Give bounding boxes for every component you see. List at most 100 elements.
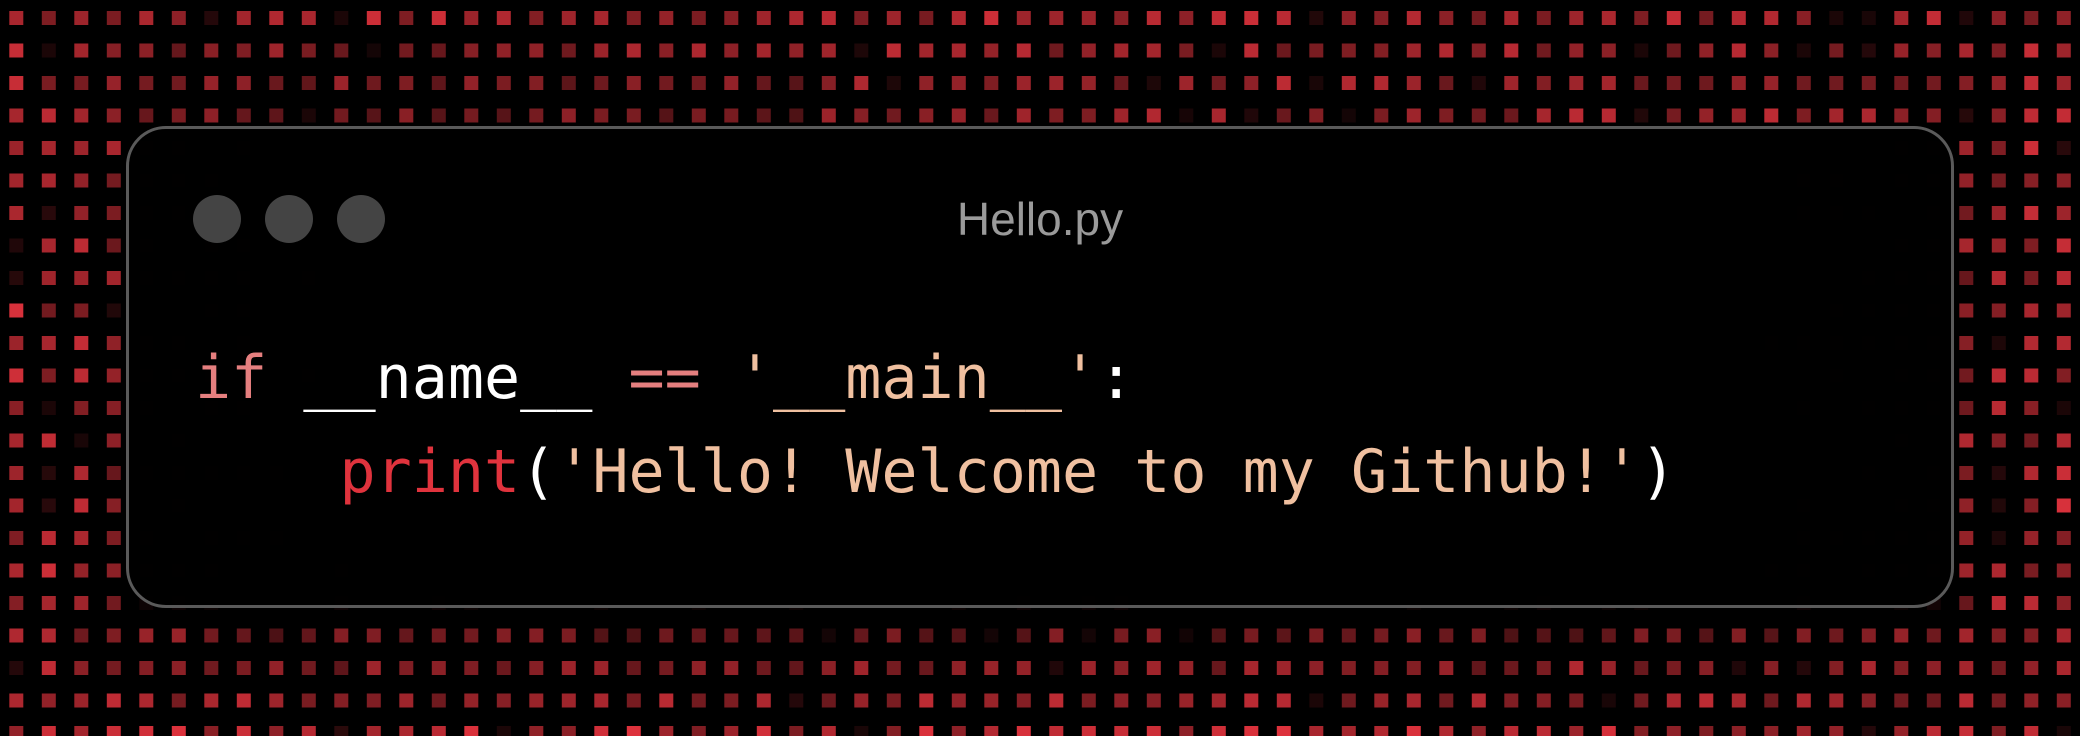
grid-pixel <box>1276 43 1291 58</box>
grid-pixel <box>106 271 121 285</box>
grid-pixel <box>74 628 89 643</box>
grid-pixel <box>1536 628 1551 643</box>
operator-equals: == <box>628 343 701 413</box>
grid-pixel <box>789 108 804 123</box>
grid-pixel <box>561 726 576 736</box>
grid-pixel <box>1991 76 2006 90</box>
grid-pixel <box>1569 11 1584 25</box>
grid-pixel <box>1244 43 1259 58</box>
grid-pixel <box>171 661 186 675</box>
grid-pixel <box>1829 76 1844 90</box>
grid-pixel <box>1309 76 1324 90</box>
grid-pixel <box>1894 43 1909 58</box>
grid-pixel <box>529 76 544 90</box>
grid-pixel <box>561 628 576 643</box>
grid-pixel <box>1601 43 1616 58</box>
grid-pixel <box>334 661 349 675</box>
grid-pixel <box>1634 76 1649 90</box>
grid-pixel <box>1049 11 1064 25</box>
grid-pixel <box>1374 693 1389 708</box>
grid-pixel <box>269 726 284 736</box>
grid-pixel <box>1959 466 1974 480</box>
grid-pixel <box>821 661 836 675</box>
grid-pixel <box>2024 271 2039 285</box>
grid-pixel <box>821 726 836 736</box>
grid-pixel <box>106 11 121 25</box>
grid-pixel <box>204 76 219 90</box>
grid-pixel <box>1439 628 1454 643</box>
grid-pixel <box>1179 628 1194 643</box>
grid-pixel <box>1309 628 1324 643</box>
grid-pixel <box>1926 43 1941 58</box>
grid-pixel <box>821 43 836 58</box>
grid-pixel <box>1959 108 1974 123</box>
grid-pixel <box>1634 11 1649 25</box>
grid-pixel <box>366 43 381 58</box>
grid-pixel <box>886 43 901 58</box>
grid-pixel <box>431 693 446 708</box>
grid-pixel <box>1081 661 1096 675</box>
grid-pixel <box>2024 173 2039 188</box>
grid-pixel <box>1341 43 1356 58</box>
grid-pixel <box>74 433 89 448</box>
grid-pixel <box>9 108 24 123</box>
grid-pixel <box>854 693 869 708</box>
grid-pixel <box>204 726 219 736</box>
grid-pixel <box>2056 531 2071 545</box>
grid-pixel <box>1439 76 1454 90</box>
grid-pixel <box>1634 726 1649 736</box>
grid-pixel <box>1536 693 1551 708</box>
grid-pixel <box>106 661 121 675</box>
grid-pixel <box>1796 108 1811 123</box>
grid-pixel <box>431 726 446 736</box>
grid-pixel <box>431 661 446 675</box>
grid-pixel <box>1699 693 1714 708</box>
grid-pixel <box>691 76 706 90</box>
grid-pixel <box>171 108 186 123</box>
grid-pixel <box>106 693 121 708</box>
grid-pixel <box>2056 661 2071 675</box>
grid-pixel <box>1991 466 2006 480</box>
grid-pixel <box>789 43 804 58</box>
grid-pixel <box>1244 11 1259 25</box>
grid-pixel <box>1959 498 1974 513</box>
grid-pixel <box>659 11 674 25</box>
grid-pixel <box>1601 661 1616 675</box>
grid-pixel <box>1179 43 1194 58</box>
grid-pixel <box>171 726 186 736</box>
grid-pixel <box>74 238 89 253</box>
grid-pixel <box>1569 108 1584 123</box>
grid-pixel <box>854 661 869 675</box>
grid-pixel <box>1341 108 1356 123</box>
grid-pixel <box>1211 661 1226 675</box>
grid-pixel <box>236 11 251 25</box>
grid-pixel <box>269 11 284 25</box>
colon: : <box>1098 343 1135 413</box>
grid-pixel <box>496 108 511 123</box>
grid-pixel <box>301 76 316 90</box>
grid-pixel <box>464 661 479 675</box>
grid-pixel <box>1146 726 1161 736</box>
grid-pixel <box>139 11 154 25</box>
grid-pixel <box>1991 693 2006 708</box>
grid-pixel <box>1016 76 1031 90</box>
grid-pixel <box>41 206 56 220</box>
grid-pixel <box>1179 11 1194 25</box>
grid-pixel <box>1504 661 1519 675</box>
grid-pixel <box>1211 11 1226 25</box>
grid-pixel <box>1959 628 1974 643</box>
code-line-1: if __name__ == '__main__': <box>195 331 1676 425</box>
grid-pixel <box>659 76 674 90</box>
grid-pixel <box>106 141 121 155</box>
grid-pixel <box>2024 401 2039 415</box>
grid-pixel <box>594 693 609 708</box>
grid-pixel <box>171 693 186 708</box>
grid-pixel <box>1471 76 1486 90</box>
grid-pixel <box>2056 401 2071 415</box>
grid-pixel <box>756 726 771 736</box>
grid-pixel <box>1699 628 1714 643</box>
grid-pixel <box>1666 628 1681 643</box>
grid-pixel <box>1861 628 1876 643</box>
grid-pixel <box>464 11 479 25</box>
